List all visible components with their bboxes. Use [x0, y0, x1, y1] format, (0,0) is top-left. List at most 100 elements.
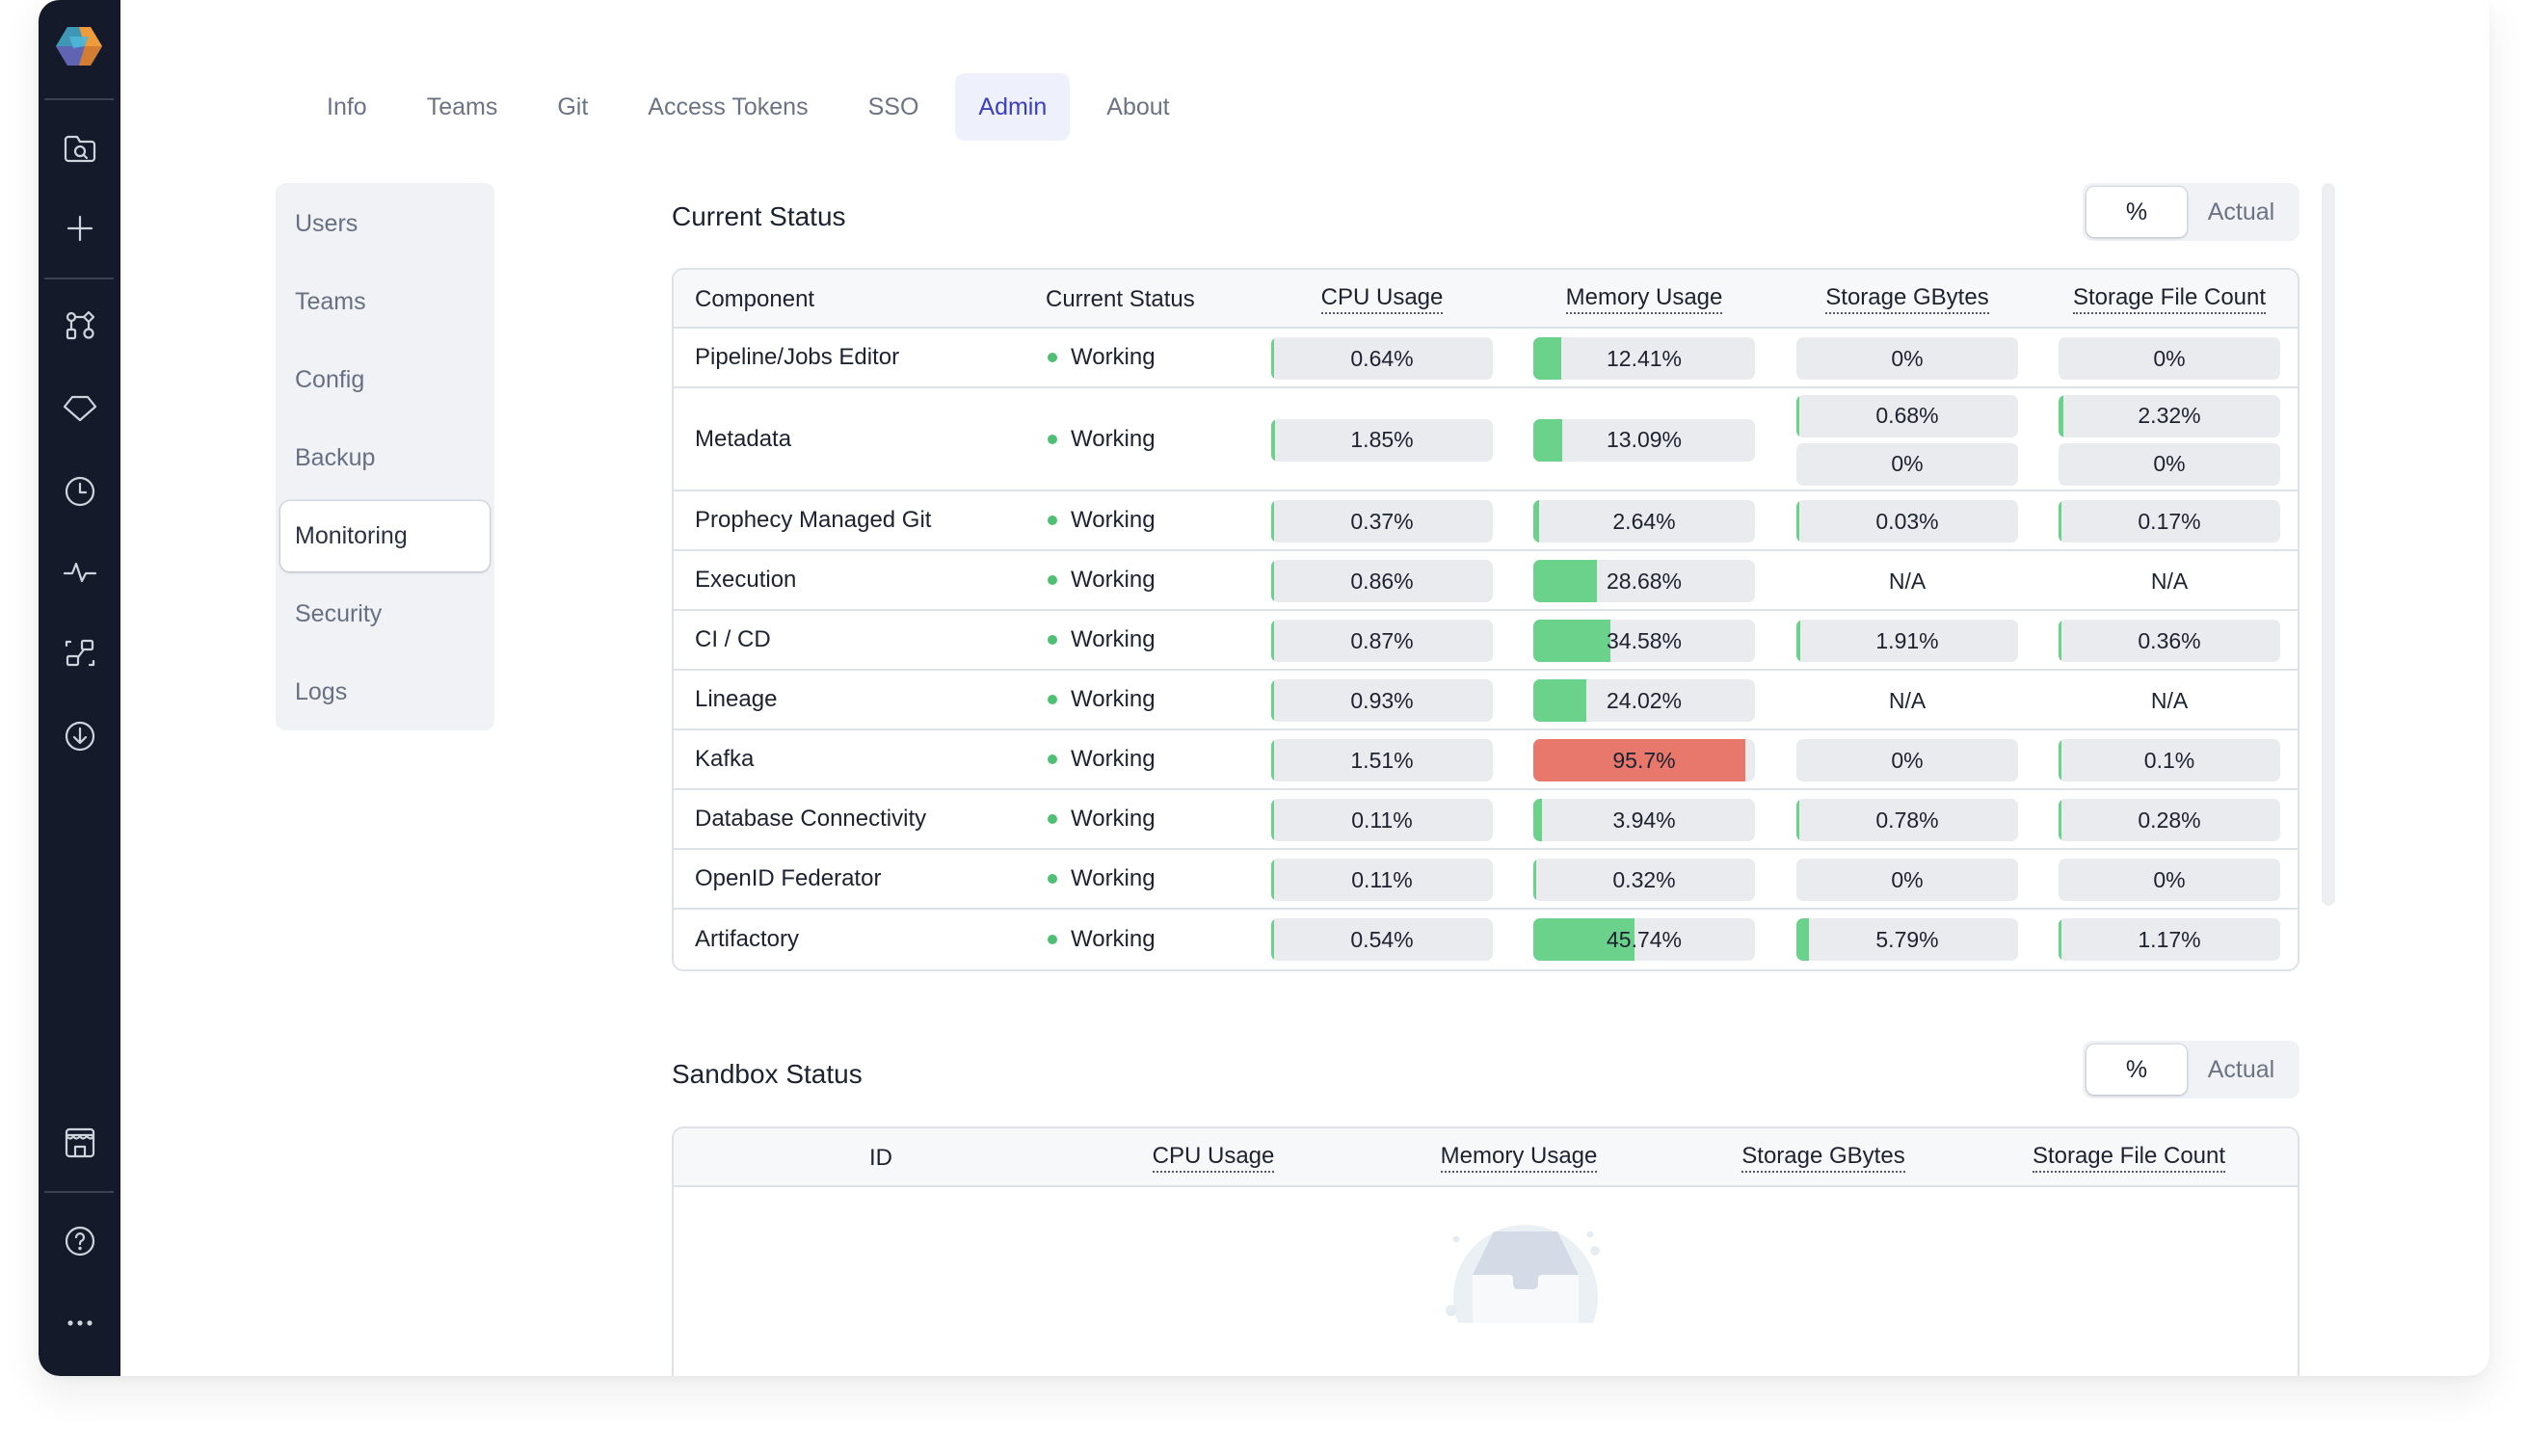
- appbar-browse[interactable]: [39, 119, 120, 177]
- status-dot-icon: [1048, 575, 1057, 585]
- tab-info[interactable]: Info: [304, 73, 390, 141]
- appbar-more[interactable]: [39, 1294, 120, 1352]
- storage-file-count-bar: 1.17%: [2059, 918, 2280, 961]
- subnav-item-users[interactable]: Users: [280, 189, 490, 259]
- cpu-usage-bar: 0.64%: [1271, 337, 1493, 380]
- appbar-create[interactable]: [39, 199, 120, 257]
- toggle-actual[interactable]: Actual: [2187, 1045, 2296, 1095]
- memory-usage-value: 2.64%: [1612, 508, 1676, 534]
- sandbox-status-unit-toggle: % Actual: [2083, 1041, 2299, 1099]
- status-text: Working: [1071, 507, 1156, 533]
- help-icon: [65, 1226, 94, 1257]
- col-memory-usage[interactable]: Memory Usage: [1533, 270, 1755, 329]
- cpu-usage-fill: [1271, 337, 1274, 380]
- storage-gbytes-bar: 0.03%: [1796, 500, 2018, 543]
- storage-file-count-bar: 0.28%: [2059, 799, 2280, 841]
- cpu-usage-fill: [1271, 799, 1274, 841]
- content-scrollbar[interactable]: [2322, 183, 2335, 906]
- memory-usage-bar: 3.94%: [1533, 799, 1755, 841]
- tab-teams[interactable]: Teams: [404, 73, 521, 141]
- storage-file-count-fill: [2059, 500, 2061, 543]
- tab-about[interactable]: About: [1083, 73, 1192, 141]
- status-dot-icon: [1048, 635, 1057, 645]
- appbar-gems[interactable]: [39, 379, 120, 437]
- appbar-lineage[interactable]: [39, 624, 120, 682]
- admin-subnav: Users Teams Config Backup Monitoring Security…: [276, 183, 494, 730]
- status-badge: Working: [1048, 329, 1156, 386]
- table-header: ID CPU Usage Memory Usage Storage GBytes…: [674, 1128, 2298, 1187]
- status-dot-icon: [1048, 353, 1057, 362]
- cpu-usage-value: 0.11%: [1351, 866, 1413, 892]
- storage-gbytes-value: 0%: [1891, 451, 1924, 476]
- appbar-install[interactable]: [39, 707, 120, 765]
- appbar-help[interactable]: [39, 1212, 120, 1270]
- memory-usage-bar: 95.7%: [1533, 739, 1755, 781]
- cpu-usage-bar: 0.37%: [1271, 500, 1493, 543]
- table-row: OpenID Federator Working 0.11% 0.32% 0% 0%: [674, 850, 2298, 910]
- component-name: Execution: [695, 567, 797, 593]
- storage-gbytes-fill: [1796, 394, 1799, 437]
- storage-gbytes-bar: 1.91%: [1796, 620, 2018, 662]
- storage-file-count-fill: [2059, 620, 2061, 662]
- storage-gbytes-value: 0.03%: [1875, 508, 1939, 534]
- appbar-marketplace[interactable]: [39, 1114, 120, 1172]
- col-storage-file-count[interactable]: Storage File Count: [2059, 270, 2280, 329]
- storage-file-count-fill: [2059, 394, 2064, 437]
- table-row: Kafka Working 1.51% 95.7% 0% 0.1%: [674, 730, 2298, 790]
- component-name: Lineage: [695, 686, 778, 712]
- col-storage-gbytes[interactable]: Storage GBytes: [1796, 270, 2018, 329]
- sandbox-status-title: Sandbox Status: [672, 1059, 863, 1089]
- storage-file-count-bar: 0%: [2059, 442, 2280, 486]
- cpu-usage-bar: 0.93%: [1271, 679, 1493, 722]
- appbar-divider: [44, 278, 114, 279]
- table-row: Metadata Working 1.85% 13.09% 0.68% 0% 2.32% 0%: [674, 388, 2298, 491]
- toggle-percent[interactable]: %: [2086, 1045, 2187, 1095]
- tab-access-tokens[interactable]: Access Tokens: [625, 73, 831, 141]
- storage-gbytes-value: 0%: [1891, 866, 1924, 892]
- memory-usage-value: 0.32%: [1612, 866, 1676, 892]
- component-name: Database Connectivity: [695, 806, 927, 832]
- status-text: Working: [1071, 626, 1156, 652]
- settings-tabs: Info Teams Git Access Tokens SSO Admin About: [304, 73, 1207, 141]
- tab-admin[interactable]: Admin: [955, 73, 1071, 141]
- storage-file-count-value: 0.17%: [2138, 508, 2201, 534]
- col-memory-usage[interactable]: Memory Usage: [1408, 1128, 1630, 1187]
- tab-sso[interactable]: SSO: [845, 73, 943, 141]
- subnav-item-security[interactable]: Security: [280, 579, 490, 649]
- memory-usage-fill: [1533, 620, 1610, 662]
- cpu-usage-bar: 1.51%: [1271, 739, 1493, 781]
- toggle-actual[interactable]: Actual: [2187, 187, 2296, 237]
- tab-git[interactable]: Git: [534, 73, 611, 141]
- cpu-usage-bar: 1.85%: [1271, 418, 1493, 462]
- toggle-percent[interactable]: %: [2086, 187, 2187, 237]
- col-storage-file-count[interactable]: Storage File Count: [2018, 1128, 2240, 1187]
- appbar-jobs[interactable]: [39, 463, 120, 520]
- status-dot-icon: [1048, 935, 1057, 944]
- subnav-item-logs[interactable]: Logs: [280, 657, 490, 728]
- storage-file-count-value: N/A: [2150, 687, 2189, 713]
- table-body: Pipeline/Jobs Editor Working 0.64% 12.41% 0%…: [674, 329, 2298, 969]
- app-sidebar: [39, 0, 120, 1376]
- cpu-usage-value: 0.87%: [1350, 627, 1414, 653]
- col-cpu-usage[interactable]: CPU Usage: [1271, 270, 1493, 329]
- storage-file-count-bar: 2.32%: [2059, 394, 2280, 437]
- memory-usage-fill: [1533, 859, 1536, 901]
- storage-file-count-value: 0%: [2153, 451, 2186, 476]
- appbar-observability[interactable]: [39, 543, 120, 600]
- prophecy-logo-icon[interactable]: [56, 25, 102, 67]
- table-row: Execution Working 0.86% 28.68% N/A N/A: [674, 551, 2298, 611]
- storage-gbytes-fill: [1796, 799, 1799, 841]
- table-row: Artifactory Working 0.54% 45.74% 5.79% 1.17%: [674, 910, 2298, 969]
- subnav-item-backup[interactable]: Backup: [280, 423, 490, 493]
- status-badge: Working: [1048, 730, 1156, 788]
- memory-usage-fill: [1533, 418, 1563, 462]
- appbar-pipelines[interactable]: [39, 298, 120, 356]
- component-name: Kafka: [695, 746, 755, 772]
- subnav-item-monitoring[interactable]: Monitoring: [280, 501, 490, 571]
- col-cpu-usage[interactable]: CPU Usage: [1103, 1128, 1324, 1187]
- storage-file-count-value: 0.28%: [2138, 807, 2201, 833]
- storage-file-count-value: 0%: [2153, 866, 2186, 892]
- subnav-item-teams[interactable]: Teams: [280, 267, 490, 337]
- col-storage-gbytes[interactable]: Storage GBytes: [1713, 1128, 1934, 1187]
- subnav-item-config[interactable]: Config: [280, 345, 490, 415]
